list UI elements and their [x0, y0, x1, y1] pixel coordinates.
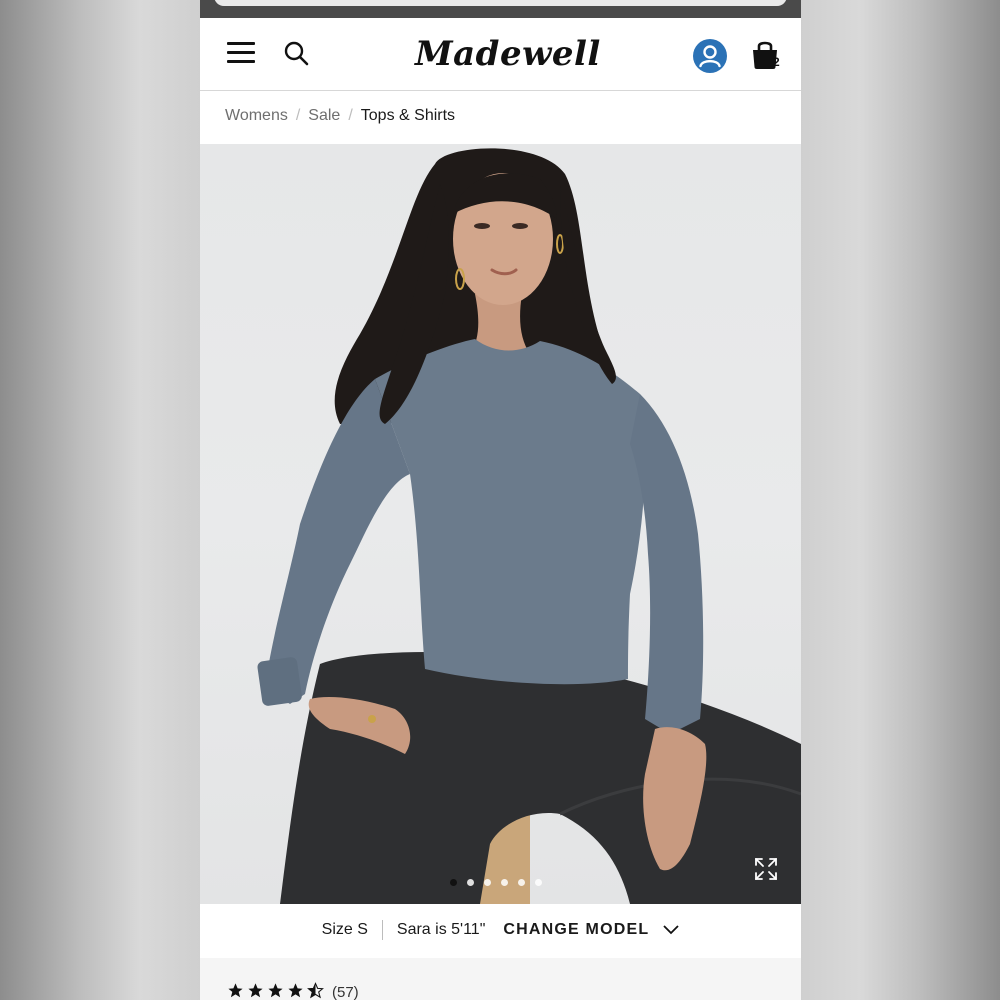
shirt: [375, 339, 646, 685]
carousel-dot-5[interactable]: [518, 879, 525, 886]
breadcrumb-womens[interactable]: Womens: [225, 107, 288, 125]
star-icon: [268, 983, 283, 998]
star-icon: [288, 983, 303, 998]
browser-chrome: [200, 0, 801, 18]
model-photo-illustration: [257, 148, 801, 904]
brand-logo[interactable]: Madewell: [415, 32, 600, 76]
expand-fullscreen-icon[interactable]: [753, 856, 779, 882]
divider: [381, 920, 383, 940]
change-model-button[interactable]: CHANGE MODEL: [503, 921, 649, 939]
breadcrumb: Womens / Sale / Tops & Shirts: [225, 104, 455, 128]
product-image[interactable]: [200, 144, 801, 904]
star-icon: [248, 983, 263, 998]
carousel-dot-2[interactable]: [467, 879, 474, 886]
bag-count-badge: 2: [773, 55, 780, 69]
star-rating[interactable]: [227, 982, 324, 999]
chevron-down-icon[interactable]: [663, 925, 679, 935]
model-size-label: Size S: [321, 921, 368, 938]
mobile-page: Madewell 2 Womens / Sale / Tops & Shirts: [200, 0, 801, 1000]
carousel-dot-3[interactable]: [484, 879, 491, 886]
breadcrumb-tops-shirts[interactable]: Tops & Shirts: [361, 107, 455, 125]
star-icon: [228, 983, 243, 998]
carousel-dot-6[interactable]: [535, 879, 542, 886]
breadcrumb-separator: /: [295, 107, 301, 124]
carousel-dot-1[interactable]: [450, 879, 457, 886]
hamburger-menu-icon[interactable]: [227, 40, 255, 64]
site-header: Madewell 2: [200, 18, 801, 91]
breadcrumb-separator: /: [348, 107, 353, 124]
search-icon[interactable]: [283, 40, 309, 66]
account-icon[interactable]: [692, 38, 728, 74]
model-size-bar: Size S Sara is 5'11" CHANGE MODEL: [200, 904, 801, 956]
half-star-icon: [307, 982, 324, 999]
breadcrumb-sale[interactable]: Sale: [308, 107, 340, 125]
review-count[interactable]: (57): [332, 984, 359, 1000]
url-bar[interactable]: [214, 0, 787, 6]
image-carousel-dots: [450, 879, 542, 887]
carousel-dot-4[interactable]: [501, 879, 508, 886]
reviews-summary: (57): [200, 958, 801, 1000]
model-height-label: Sara is 5'11": [396, 921, 486, 938]
